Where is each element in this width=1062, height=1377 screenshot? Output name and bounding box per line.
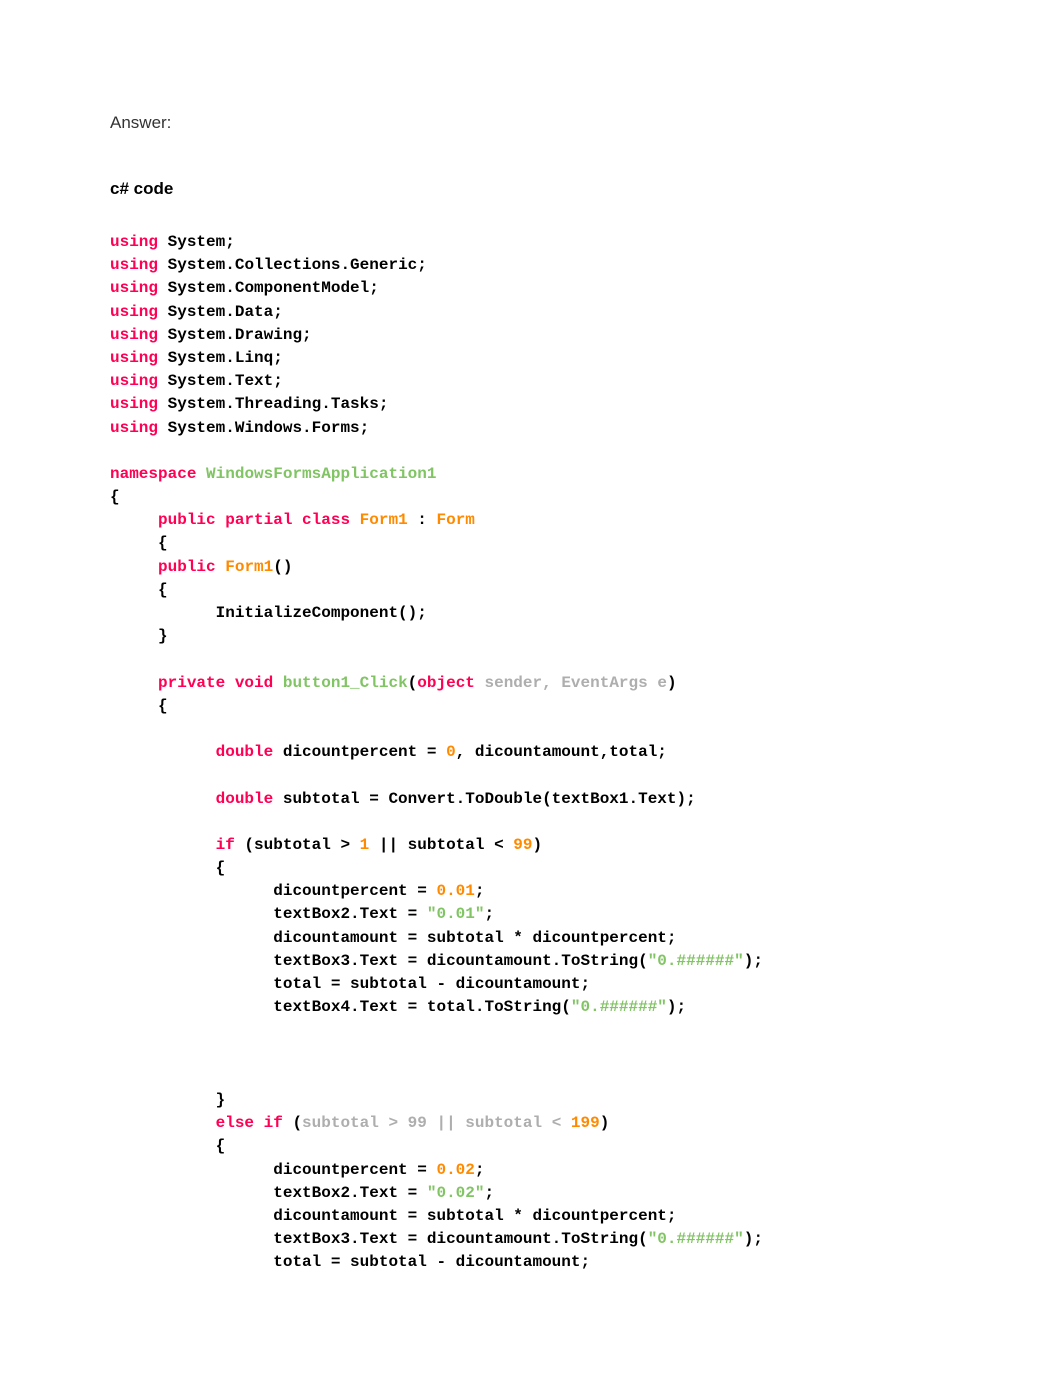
answer-heading: Answer: <box>110 110 952 136</box>
section-heading: c# code <box>110 176 952 202</box>
code-block: using System; using System.Collections.G… <box>110 231 952 1274</box>
